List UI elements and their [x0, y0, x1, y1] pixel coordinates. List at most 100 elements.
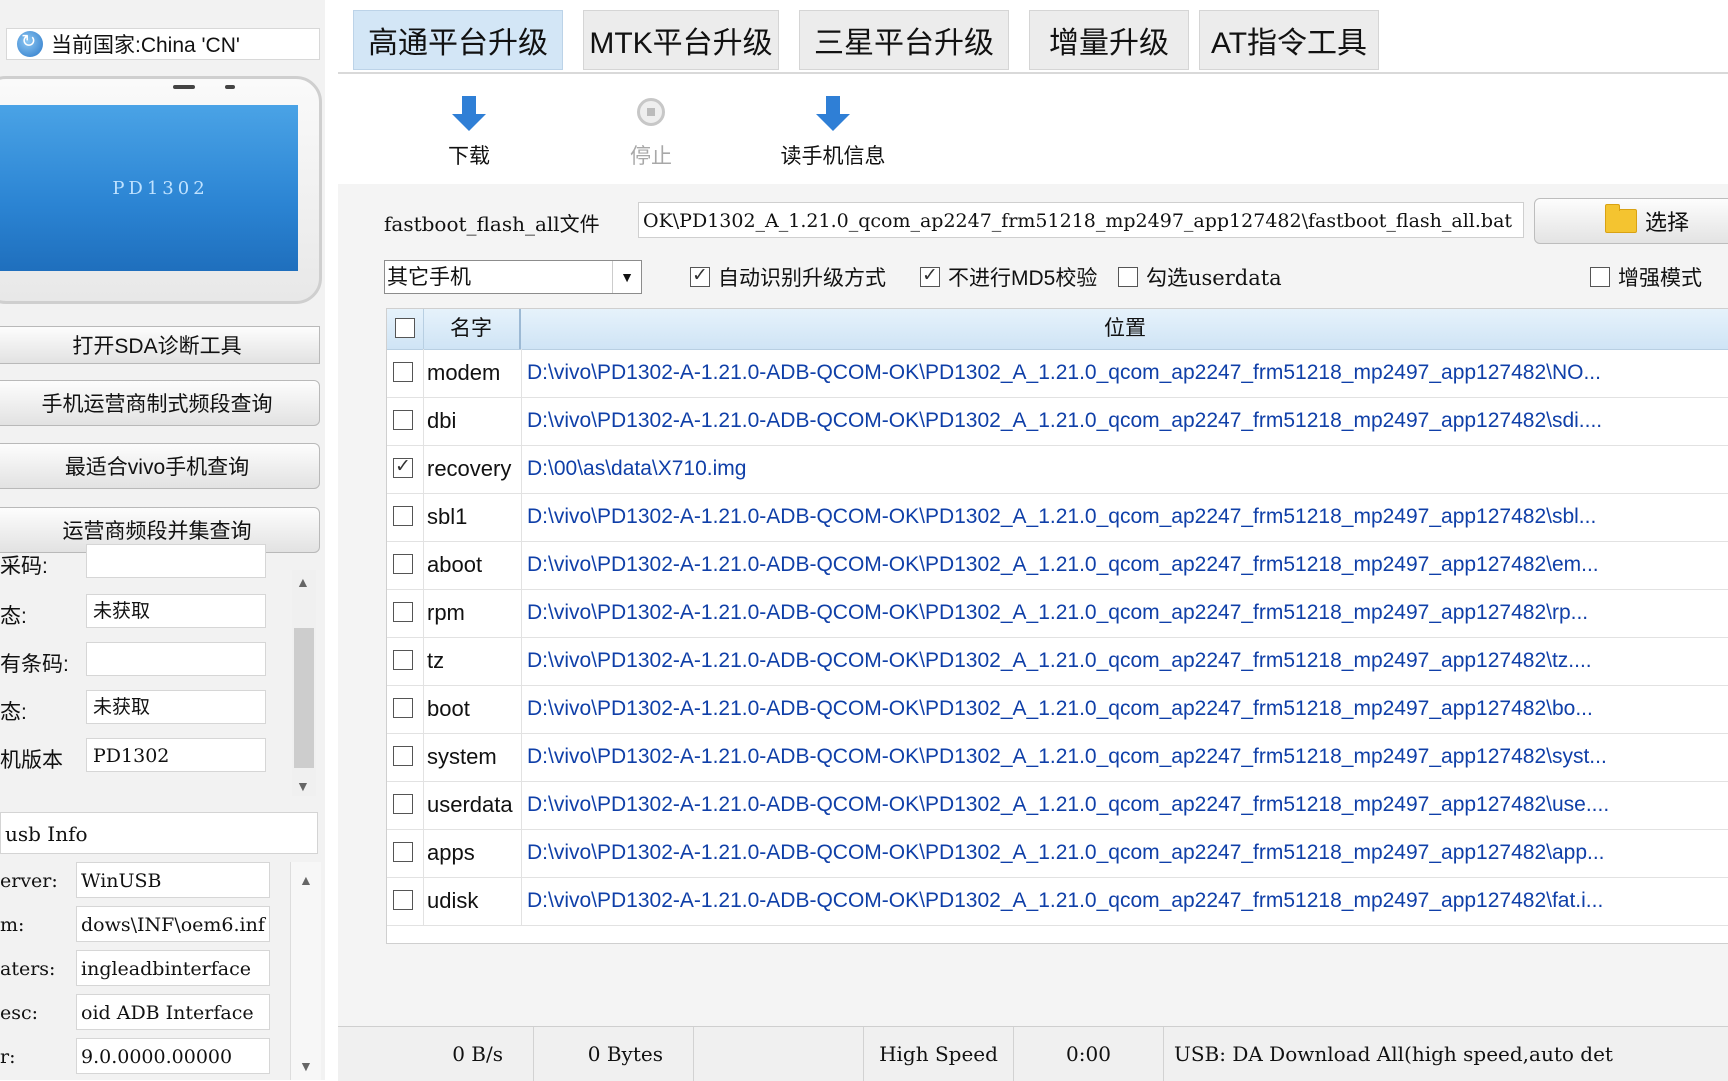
device-info-label: 态: [0, 701, 27, 724]
tab-qualcomm-upgrade[interactable]: 高通平台升级 [353, 10, 563, 70]
tab-samsung-upgrade[interactable]: 三星平台升级 [799, 10, 1009, 70]
checkbox-box[interactable] [1590, 267, 1610, 287]
row-select-cell [387, 589, 424, 637]
tab-incremental-upgrade[interactable]: 增量升级 [1029, 10, 1189, 70]
partition-name: recovery [427, 445, 522, 493]
partition-path[interactable]: D:\vivo\PD1302-A-1.21.0-ADB-QCOM-OK\PD13… [527, 733, 1727, 781]
table-row[interactable]: apps D:\vivo\PD1302-A-1.21.0-ADB-QCOM-OK\… [387, 829, 1728, 878]
row-checkbox[interactable] [393, 455, 413, 478]
table-row[interactable]: system D:\vivo\PD1302-A-1.21.0-ADB-QCOM-O… [387, 733, 1728, 782]
device-info-value [86, 544, 266, 578]
scrollbar-thumb[interactable] [294, 628, 314, 768]
driver-info-row: aters: ingleadbinterface [0, 950, 290, 988]
partition-path[interactable]: D:\vivo\PD1302-A-1.21.0-ADB-QCOM-OK\PD13… [527, 685, 1727, 733]
toolbar: 下载 停止 读手机信息 [338, 74, 1728, 184]
country-indicator: 当前国家:China 'CN' [6, 28, 320, 60]
column-header-name[interactable]: 名字 [423, 309, 521, 349]
partition-path[interactable]: D:\vivo\PD1302-A-1.21.0-ADB-QCOM-OK\PD13… [527, 829, 1727, 877]
table-row[interactable]: recoveryD:\00\as\data\X710.img [387, 445, 1728, 494]
choose-file-button[interactable]: 选择 [1534, 198, 1728, 244]
partition-path[interactable]: D:\00\as\data\X710.img [527, 445, 1727, 493]
row-checkbox[interactable] [393, 506, 413, 526]
download-button[interactable]: 下载 [404, 96, 534, 170]
device-info-label: 态: [0, 605, 27, 628]
best-vivo-phone-query-button[interactable]: 最适合vivo手机查询 [0, 443, 320, 489]
row-checkbox[interactable] [393, 602, 413, 622]
table-row[interactable]: tz D:\vivo\PD1302-A-1.21.0-ADB-QCOM-OK\PD… [387, 637, 1728, 686]
row-checkbox[interactable] [393, 842, 413, 862]
table-row[interactable]: rpm D:\vivo\PD1302-A-1.21.0-ADB-QCOM-OK\P… [387, 589, 1728, 638]
device-info-scrollbar[interactable]: ▲ ▼ [292, 570, 316, 796]
table-row[interactable]: dbi D:\vivo\PD1302-A-1.21.0-ADB-QCOM-OK\P… [387, 397, 1728, 446]
auto-detect-checkbox[interactable]: 自动识别升级方式 [690, 262, 886, 292]
device-info-value: 未获取 [86, 594, 266, 628]
phone-screen: PD1302 [0, 105, 298, 271]
usb-speed: High Speed [864, 1027, 1014, 1081]
driver-info-label: r: [0, 1046, 16, 1068]
scroll-up-icon[interactable]: ▲ [299, 872, 313, 888]
partition-path[interactable]: D:\vivo\PD1302-A-1.21.0-ADB-QCOM-OK\PD13… [527, 541, 1727, 589]
row-select-cell [387, 397, 424, 445]
device-info-row: 态: 未获取 [0, 690, 300, 726]
device-info-row: 机版本 PD1302 [0, 738, 300, 774]
tab-mtk-upgrade[interactable]: MTK平台升级 [583, 10, 779, 70]
tab-at-command-tool[interactable]: AT指令工具 [1199, 10, 1379, 70]
driver-info-value: oid ADB Interface [76, 994, 270, 1030]
partition-name: system [427, 733, 522, 781]
row-select-cell [387, 733, 424, 781]
open-sda-tool-button[interactable]: 打开SDA诊断工具 [0, 326, 320, 364]
enhanced-mode-checkbox[interactable]: 增强模式 [1590, 262, 1702, 292]
device-info-row: 采码: [0, 544, 300, 580]
row-select-cell [387, 685, 424, 733]
carrier-band-query-button[interactable]: 手机运营商制式频段查询 [0, 380, 320, 426]
status-message: USB: DA Download All(high speed,auto det [1174, 1042, 1613, 1066]
scroll-down-icon[interactable]: ▼ [296, 778, 310, 794]
row-checkbox[interactable] [393, 554, 413, 574]
read-arrow-icon [758, 96, 908, 136]
scroll-down-icon[interactable]: ▼ [299, 1058, 313, 1074]
select-all-checkbox[interactable] [395, 318, 415, 338]
scroll-up-icon[interactable]: ▲ [296, 574, 310, 590]
device-info-row: 态: 未获取 [0, 594, 300, 630]
partition-path[interactable]: D:\vivo\PD1302-A-1.21.0-ADB-QCOM-OK\PD13… [527, 349, 1727, 397]
folder-icon [1605, 204, 1637, 233]
read-phone-info-button[interactable]: 读手机信息 [758, 96, 908, 170]
table-row[interactable]: boot D:\vivo\PD1302-A-1.21.0-ADB-QCOM-OK\… [387, 685, 1728, 734]
device-info-value [86, 642, 266, 676]
table-row[interactable]: udisk D:\vivo\PD1302-A-1.21.0-ADB-QCOM-OK… [387, 877, 1728, 926]
table-row[interactable]: modem D:\vivo\PD1302-A-1.21.0-ADB-QCOM-OK… [387, 349, 1728, 398]
checkbox-box[interactable] [1118, 267, 1138, 287]
chevron-down-icon[interactable]: ▼ [612, 261, 641, 293]
partition-path[interactable]: D:\vivo\PD1302-A-1.21.0-ADB-QCOM-OK\PD13… [527, 877, 1727, 925]
partition-name: aboot [427, 541, 522, 589]
refresh-globe-icon[interactable] [17, 31, 43, 57]
row-checkbox[interactable] [393, 650, 413, 670]
stop-button[interactable]: 停止 [586, 96, 716, 170]
row-checkbox[interactable] [393, 362, 413, 382]
row-checkbox[interactable] [393, 890, 413, 910]
flash-all-file-label: fastboot_flash_all文件 [384, 212, 600, 236]
partition-path[interactable]: D:\vivo\PD1302-A-1.21.0-ADB-QCOM-OK\PD13… [527, 637, 1727, 685]
checkbox-box[interactable] [690, 264, 710, 287]
row-checkbox[interactable] [393, 698, 413, 718]
row-checkbox[interactable] [393, 410, 413, 430]
userdata-checkbox[interactable]: 勾选userdata [1118, 262, 1282, 292]
table-row[interactable]: userdata D:\vivo\PD1302-A-1.21.0-ADB-QCOM… [387, 781, 1728, 830]
partition-path[interactable]: D:\vivo\PD1302-A-1.21.0-ADB-QCOM-OK\PD13… [527, 589, 1727, 637]
column-header-location[interactable]: 位置 [521, 309, 1728, 349]
row-checkbox[interactable] [393, 794, 413, 814]
table-row[interactable]: sbl1 D:\vivo\PD1302-A-1.21.0-ADB-QCOM-OK\… [387, 493, 1728, 542]
driver-info-scrollbar[interactable]: ▲ ▼ [290, 862, 321, 1080]
checkbox-box[interactable] [920, 264, 940, 287]
partition-path[interactable]: D:\vivo\PD1302-A-1.21.0-ADB-QCOM-OK\PD13… [527, 397, 1727, 445]
row-checkbox[interactable] [393, 746, 413, 766]
partition-path[interactable]: D:\vivo\PD1302-A-1.21.0-ADB-QCOM-OK\PD13… [527, 493, 1727, 541]
phone-type-select[interactable]: 其它手机 ▼ [384, 260, 642, 294]
skip-md5-checkbox[interactable]: 不进行MD5校验 [920, 262, 1097, 292]
flash-all-file-path-field[interactable]: OK\PD1302_A_1.21.0_qcom_ap2247_frm51218_… [638, 202, 1524, 238]
auto-detect-label: 自动识别升级方式 [718, 267, 886, 290]
partition-path[interactable]: D:\vivo\PD1302-A-1.21.0-ADB-QCOM-OK\PD13… [527, 781, 1727, 829]
table-row[interactable]: aboot D:\vivo\PD1302-A-1.21.0-ADB-QCOM-OK… [387, 541, 1728, 590]
partition-name: sbl1 [427, 493, 522, 541]
driver-info-value: 9.0.0000.00000 [76, 1038, 270, 1074]
